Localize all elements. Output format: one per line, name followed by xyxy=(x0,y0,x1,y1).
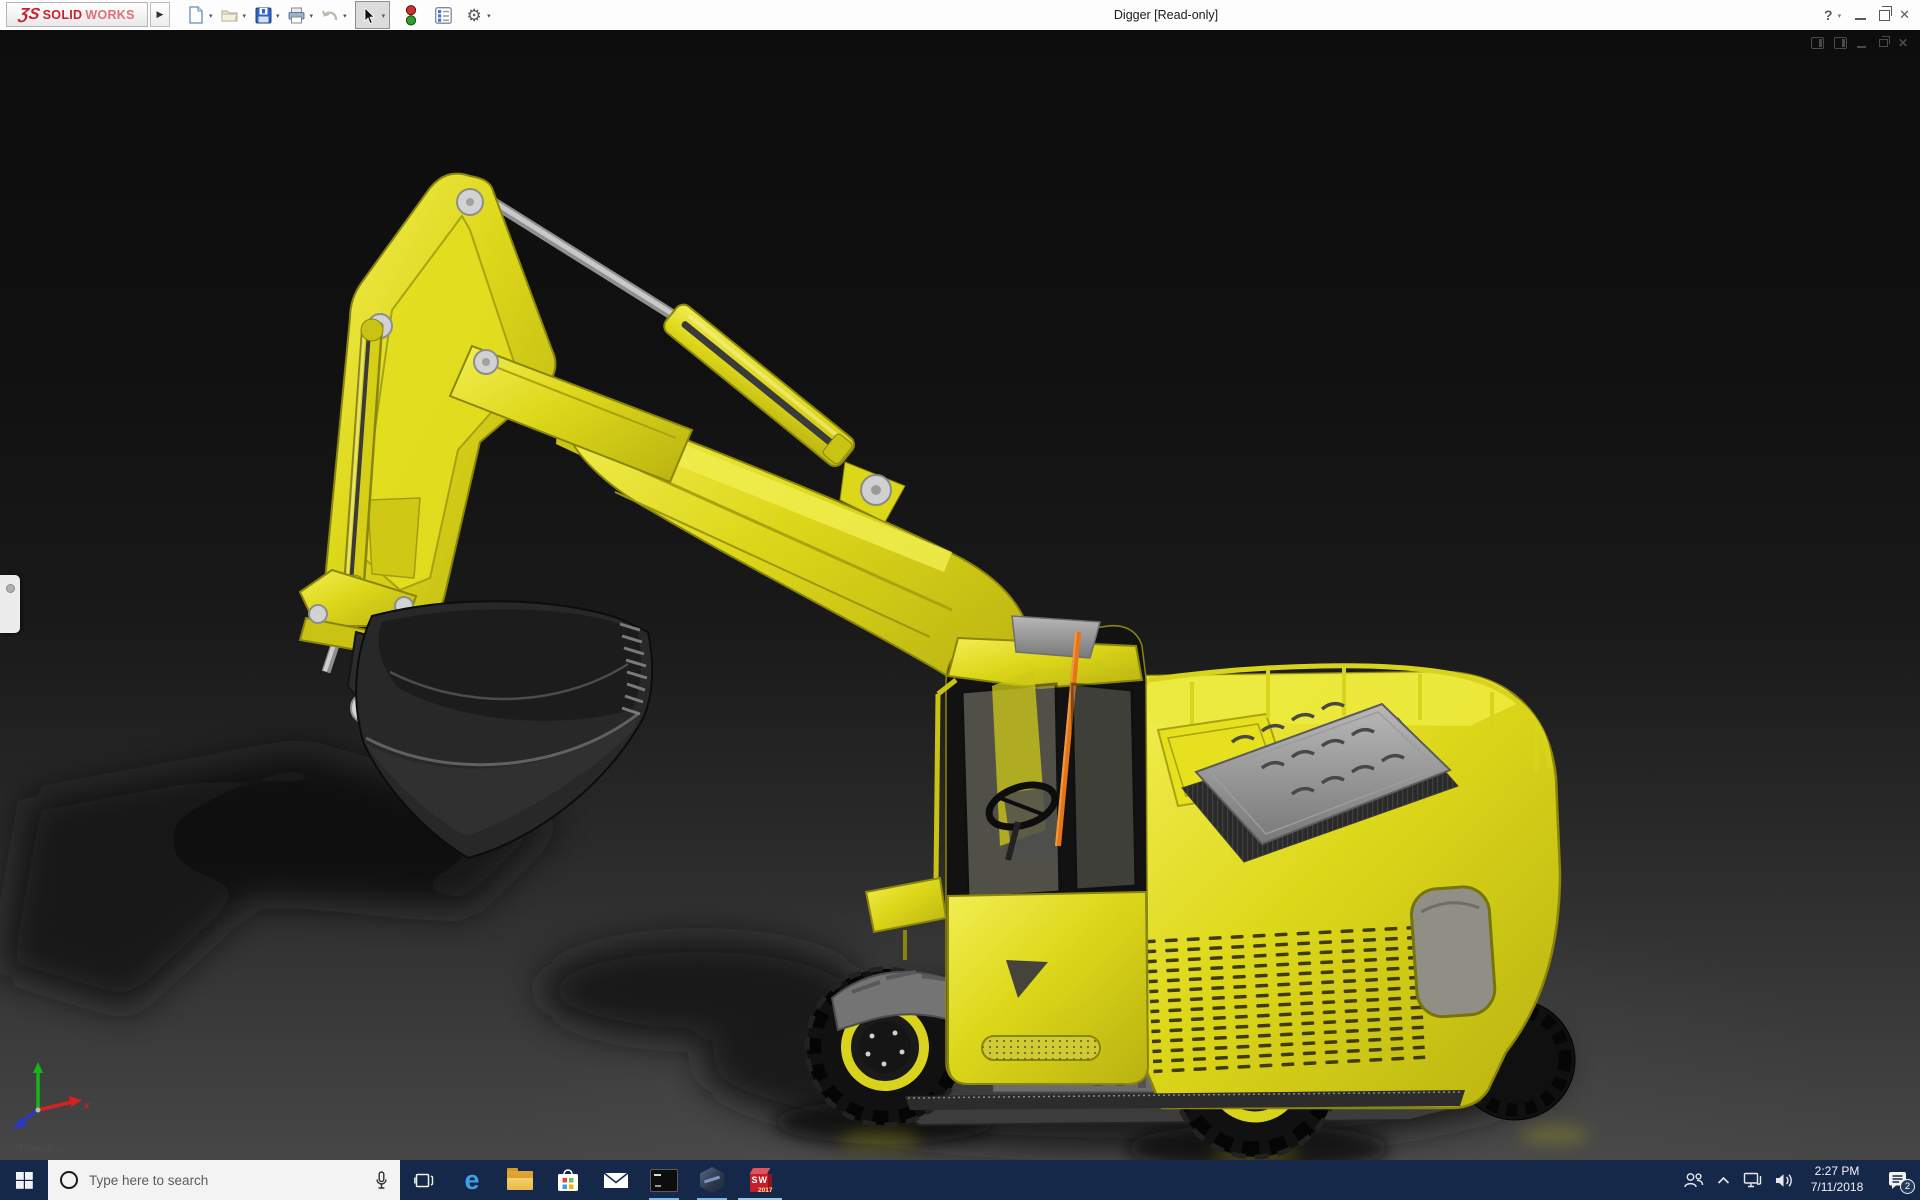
undo-icon xyxy=(322,10,338,21)
mail-icon xyxy=(603,1171,629,1188)
doc-minimize-button[interactable] xyxy=(1856,45,1866,48)
new-dropdown-caret[interactable]: ▾ xyxy=(209,12,213,20)
display-pane-icon[interactable] xyxy=(1833,37,1847,49)
solidworks-logo-button[interactable]: ƷS SOLID WORKS xyxy=(6,2,148,27)
select-tool-pressed: ▾ xyxy=(354,1,391,29)
gear-icon: ⚙ xyxy=(466,5,482,25)
traffic-light-icon xyxy=(405,4,417,25)
tray-time: 2:27 PM xyxy=(1814,1164,1860,1179)
x-axis-icon xyxy=(69,1096,82,1107)
y-axis-icon xyxy=(33,1062,43,1073)
taskbar-search-box[interactable]: Type here to search xyxy=(48,1160,400,1200)
people-button[interactable] xyxy=(1678,1160,1708,1200)
store-icon xyxy=(558,1169,578,1191)
document-title: Digger [Read-only] xyxy=(1113,8,1219,22)
rear-window xyxy=(1410,885,1497,1019)
clock[interactable]: 2:27 PM 7/11/2018 xyxy=(1798,1164,1876,1195)
menu-expand-button[interactable]: ▶ xyxy=(150,2,170,27)
notification-badge: 2 xyxy=(1900,1179,1915,1194)
people-icon xyxy=(1683,1172,1703,1187)
excavator-model[interactable] xyxy=(0,30,1920,1160)
roof-visor xyxy=(1011,615,1101,659)
task-view-icon xyxy=(414,1173,434,1187)
solidworks-2017-icon: SW 2017 xyxy=(747,1167,774,1194)
brand-name-light: WORKS xyxy=(85,7,135,22)
command-prompt-icon xyxy=(650,1168,678,1192)
cortana-icon xyxy=(60,1171,78,1189)
brand-name-bold: SOLID xyxy=(42,7,83,22)
help-dropdown-caret[interactable]: ▾ xyxy=(1838,12,1842,20)
open-dropdown-caret[interactable]: ▾ xyxy=(243,12,247,20)
select-tool-button[interactable] xyxy=(356,3,380,27)
network-button[interactable] xyxy=(1738,1160,1768,1200)
solidworks-glyph-icon: ƷS xyxy=(17,5,42,23)
taskbar-app-solidworks[interactable]: SW 2017 xyxy=(736,1160,784,1200)
restore-button[interactable] xyxy=(1879,5,1893,21)
options-button[interactable]: ⚙ xyxy=(462,3,486,27)
panel-tab-dot-icon xyxy=(5,584,15,593)
taskbar-app-store[interactable] xyxy=(544,1160,592,1200)
print-dropdown-caret[interactable]: ▾ xyxy=(310,12,314,20)
taskbar-app-file-explorer[interactable] xyxy=(496,1160,544,1200)
edrawings-icon xyxy=(700,1167,724,1193)
solidworks-window: ƷS SOLID WORKS ▶ ▾ ▾ ▾ ▾ ▾ ▾ ⚙ ▾ Digger … xyxy=(0,0,1920,1200)
new-document-button[interactable] xyxy=(184,3,208,27)
select-cursor-icon xyxy=(364,6,375,24)
volume-button[interactable] xyxy=(1768,1160,1798,1200)
doc-restore-button[interactable] xyxy=(1878,36,1890,47)
minimize-button[interactable] xyxy=(1855,17,1867,20)
save-icon xyxy=(255,7,272,23)
doc-close-button[interactable]: ✕ xyxy=(1898,37,1908,49)
open-icon xyxy=(220,10,238,22)
action-center-button[interactable]: 2 xyxy=(1876,1160,1920,1200)
tray-date: 7/11/2018 xyxy=(1810,1180,1864,1194)
feature-panel-tab[interactable] xyxy=(0,575,20,633)
system-tray: 2:27 PM 7/11/2018 2 xyxy=(1678,1160,1920,1200)
print-button[interactable] xyxy=(285,3,309,27)
search-placeholder: Type here to search xyxy=(89,1172,209,1188)
boom-head-plate[interactable] xyxy=(324,172,694,626)
feature-pane-icon[interactable] xyxy=(1810,37,1824,49)
network-icon xyxy=(1743,1172,1762,1188)
window-controls: ? ▾ ✕ xyxy=(1824,0,1910,30)
windows-taskbar: Type here to search e SW 2017 2:27 PM 7/… xyxy=(0,1160,1920,1200)
taskbar-app-command-prompt[interactable] xyxy=(640,1160,688,1200)
taskbar-app-mail[interactable] xyxy=(592,1160,640,1200)
print-icon xyxy=(288,7,305,23)
evaluate-button[interactable] xyxy=(431,3,455,27)
side-step xyxy=(864,876,948,934)
quick-access-toolbar: ▾ ▾ ▾ ▾ ▾ ▾ ⚙ ▾ xyxy=(184,0,496,30)
select-dropdown-caret[interactable]: ▾ xyxy=(382,12,386,20)
new-document-icon xyxy=(189,6,203,24)
save-button[interactable] xyxy=(251,3,275,27)
performance-lights-button[interactable] xyxy=(399,3,423,27)
taskbar-app-edrawings[interactable] xyxy=(688,1160,736,1200)
x-axis-label: x xyxy=(83,1100,90,1112)
undo-dropdown-caret[interactable]: ▾ xyxy=(343,12,347,20)
save-dropdown-caret[interactable]: ▾ xyxy=(276,12,280,20)
edge-icon: e xyxy=(464,1164,480,1195)
chevron-up-icon xyxy=(1717,1176,1729,1184)
windows-logo-icon xyxy=(15,1171,33,1189)
taskbar-app-edge[interactable]: e xyxy=(448,1160,496,1200)
titlebar: ƷS SOLID WORKS ▶ ▾ ▾ ▾ ▾ ▾ ▾ ⚙ ▾ Digger … xyxy=(0,0,1920,30)
options-dropdown-caret[interactable]: ▾ xyxy=(487,12,491,20)
graphics-viewport[interactable]: ✕ x *Dimetric xyxy=(0,30,1920,1160)
open-button[interactable] xyxy=(218,3,242,27)
show-hidden-icons-button[interactable] xyxy=(1708,1160,1738,1200)
document-window-controls: ✕ xyxy=(1810,36,1908,49)
file-explorer-icon xyxy=(507,1167,533,1190)
help-button[interactable]: ? xyxy=(1824,7,1833,23)
orientation-triad: x xyxy=(12,1062,90,1129)
microphone-icon[interactable] xyxy=(375,1170,388,1190)
close-button[interactable]: ✕ xyxy=(1899,7,1910,23)
task-view-button[interactable] xyxy=(400,1160,448,1200)
start-button[interactable] xyxy=(0,1160,48,1200)
speaker-icon xyxy=(1775,1173,1792,1187)
side-window xyxy=(1070,682,1138,892)
undo-button[interactable] xyxy=(318,3,342,27)
evaluate-list-icon xyxy=(434,6,452,24)
view-orientation-label: *Dimetric xyxy=(14,1142,65,1156)
